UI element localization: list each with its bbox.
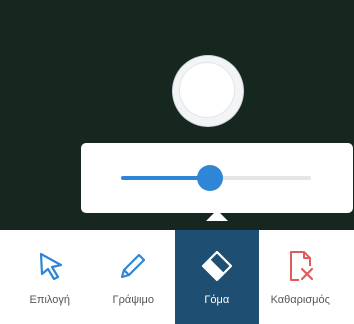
eraser-size-popup — [81, 143, 353, 213]
cursor-arrow-icon — [39, 252, 62, 281]
pencil-icon — [121, 253, 146, 279]
draw-tool-label: Γράψιμο — [112, 294, 154, 306]
clear-page-icon — [290, 251, 314, 281]
popup-arrow — [206, 210, 228, 221]
eraser-tool-button[interactable]: Γόμα — [175, 230, 259, 324]
eraser-size-slider[interactable] — [121, 165, 311, 191]
eraser-tool-label: Γόμα — [204, 294, 230, 306]
draw-tool-button[interactable]: Γράψιμο — [92, 230, 176, 324]
clear-tool-label: Καθαρισμός — [270, 294, 330, 306]
eraser-size-preview-inner — [180, 63, 234, 117]
select-tool-label: Επιλογή — [29, 294, 70, 306]
slider-thumb[interactable] — [197, 165, 224, 191]
clear-tool-button[interactable]: Καθαρισμός — [259, 230, 343, 324]
eraser-icon — [201, 250, 232, 282]
eraser-size-preview — [173, 56, 243, 126]
select-tool-button[interactable]: Επιλογή — [8, 230, 92, 324]
tool-toolbar: Επιλογή Γράψιμο Γόμα Καθαρισμός — [8, 230, 342, 324]
